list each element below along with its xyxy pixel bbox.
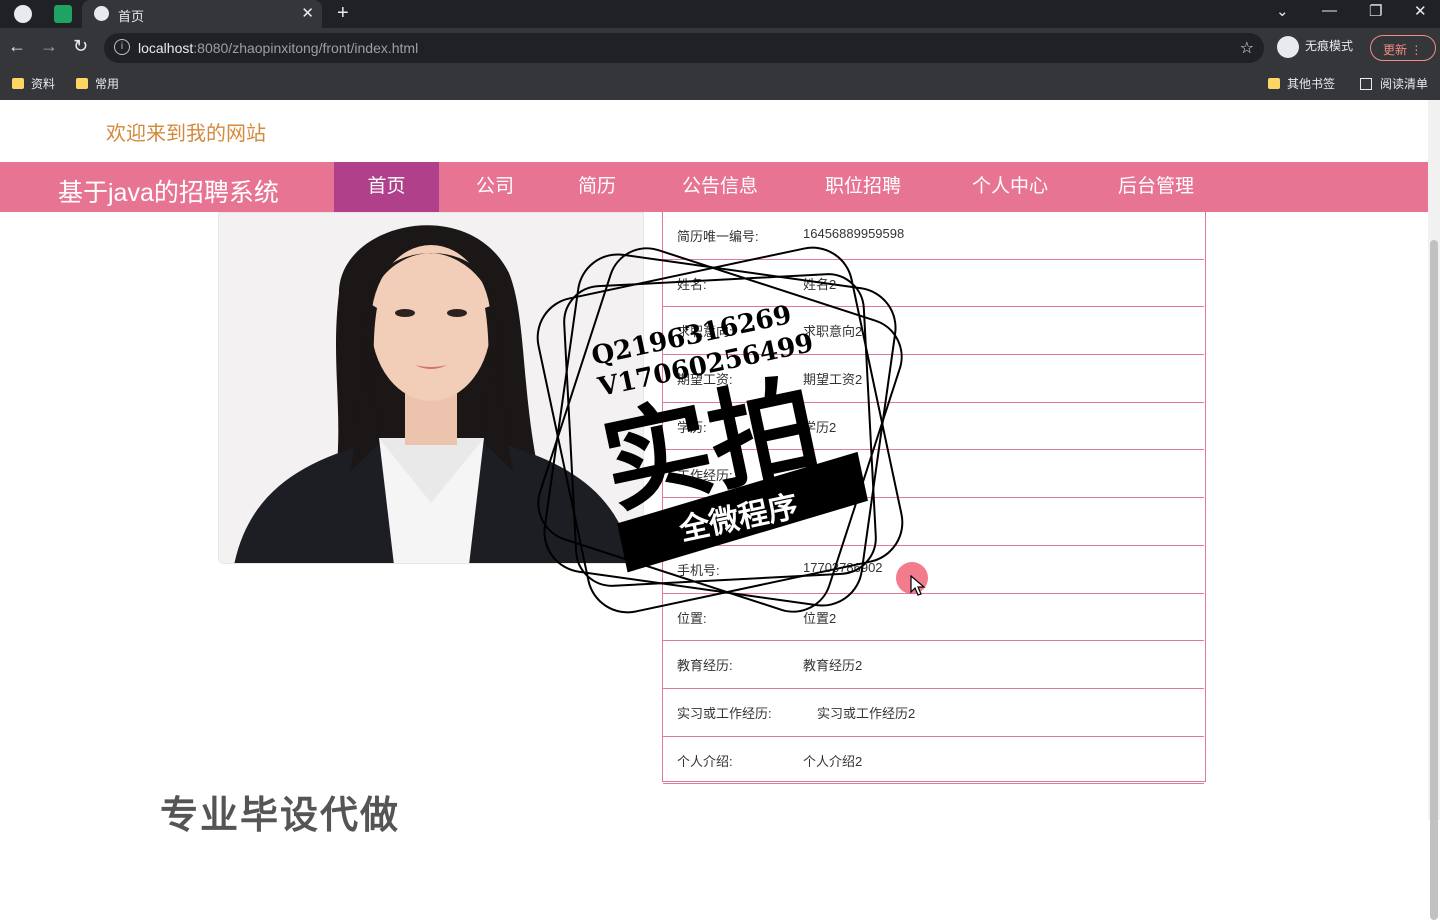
bookmarks-bar: 资料 常用 其他书签 阅读清单 — [0, 68, 1440, 100]
star-icon: ★ — [838, 474, 861, 504]
nav-announcements[interactable]: 公告信息 — [660, 162, 780, 212]
tab-search-chevron-icon[interactable]: ⌄ — [1276, 2, 1289, 20]
nav-resume[interactable]: 简历 — [552, 162, 642, 212]
scrollbar-thumb[interactable] — [1430, 240, 1438, 920]
site-title: 基于java的招聘系统 — [58, 179, 279, 207]
welcome-text: 欢迎来到我的网站 — [106, 123, 266, 145]
folder-icon — [1268, 78, 1280, 89]
restore-button[interactable]: ❐ — [1369, 2, 1382, 20]
watermark-stamp: Q2196316269 V17060256499 实拍 全微程序 ★ ★ — [536, 246, 904, 614]
nav-jobs[interactable]: 职位招聘 — [803, 162, 923, 212]
browser-tab[interactable]: 首页 ✕ — [82, 0, 322, 28]
resume-row: 教育经历: 教育经历2 — [663, 641, 1204, 689]
tab-title: 首页 — [118, 9, 145, 24]
folder-icon — [76, 78, 88, 89]
star-icon: ★ — [620, 531, 643, 561]
mouse-cursor-icon — [910, 575, 926, 596]
minimize-button[interactable]: — — [1322, 2, 1337, 19]
nav-home[interactable]: 首页 — [334, 162, 439, 212]
site-navbar: 基于java的招聘系统 首页 公司 简历 公告信息 职位招聘 个人中心 后台管理 — [0, 162, 1428, 212]
page-scrollbar[interactable] — [1428, 100, 1440, 920]
resume-field-label: 实习或工作经历: — [677, 706, 772, 721]
update-button[interactable]: 更新 ⋮ — [1370, 35, 1436, 61]
promo-heading: 专业毕设代做 — [160, 795, 401, 837]
back-button[interactable]: ← — [8, 36, 26, 57]
globe-icon[interactable] — [14, 5, 32, 23]
browser-tab-bar: 首页 ✕ + ⌄ — ❐ ✕ — [0, 0, 1440, 28]
other-bookmarks[interactable]: 其他书签 — [1268, 75, 1335, 92]
nav-company[interactable]: 公司 — [450, 162, 540, 212]
resume-field-value: 实习或工作经历2 — [817, 706, 916, 721]
incognito-indicator[interactable]: 无痕模式 — [1277, 36, 1353, 58]
nav-admin[interactable]: 后台管理 — [1096, 162, 1216, 212]
reading-list-icon — [1360, 78, 1372, 90]
resume-field-label: 教育经历: — [677, 658, 733, 674]
resume-field-label: 个人介绍: — [677, 753, 733, 769]
site-info-icon[interactable]: i — [114, 39, 130, 55]
close-tab-icon[interactable]: ✕ — [301, 4, 314, 22]
forward-button[interactable]: → — [40, 36, 58, 57]
nav-profile[interactable]: 个人中心 — [950, 162, 1070, 212]
url-text[interactable]: localhost:8080/zhaopinxitong/front/index… — [138, 40, 418, 56]
resume-field-value: 教育经历2 — [803, 658, 863, 674]
bookmark-folder[interactable]: 资料 — [12, 75, 55, 92]
bookmark-star-icon[interactable]: ☆ — [1240, 38, 1254, 58]
resume-field-value: 个人介绍2 — [803, 753, 863, 769]
resume-row: 实习或工作经历: 实习或工作经历2 — [663, 689, 1204, 737]
reading-list[interactable]: 阅读清单 — [1360, 75, 1428, 92]
address-bar[interactable]: i localhost:8080/zhaopinxitong/front/ind… — [104, 33, 1264, 63]
browser-toolbar: ← → ↻ i localhost:8080/zhaopinxitong/fro… — [0, 28, 1440, 68]
tab-favicon-icon — [94, 6, 109, 21]
close-window-button[interactable]: ✕ — [1414, 2, 1427, 20]
incognito-icon — [1277, 36, 1299, 58]
reload-button[interactable]: ↻ — [73, 36, 88, 57]
folder-icon — [12, 78, 24, 89]
new-tab-button[interactable]: + — [337, 2, 349, 25]
bookmark-folder[interactable]: 常用 — [76, 75, 119, 92]
sheets-app-icon[interactable] — [54, 5, 72, 23]
resume-row: 个人介绍: 个人介绍2 — [663, 737, 1204, 785]
